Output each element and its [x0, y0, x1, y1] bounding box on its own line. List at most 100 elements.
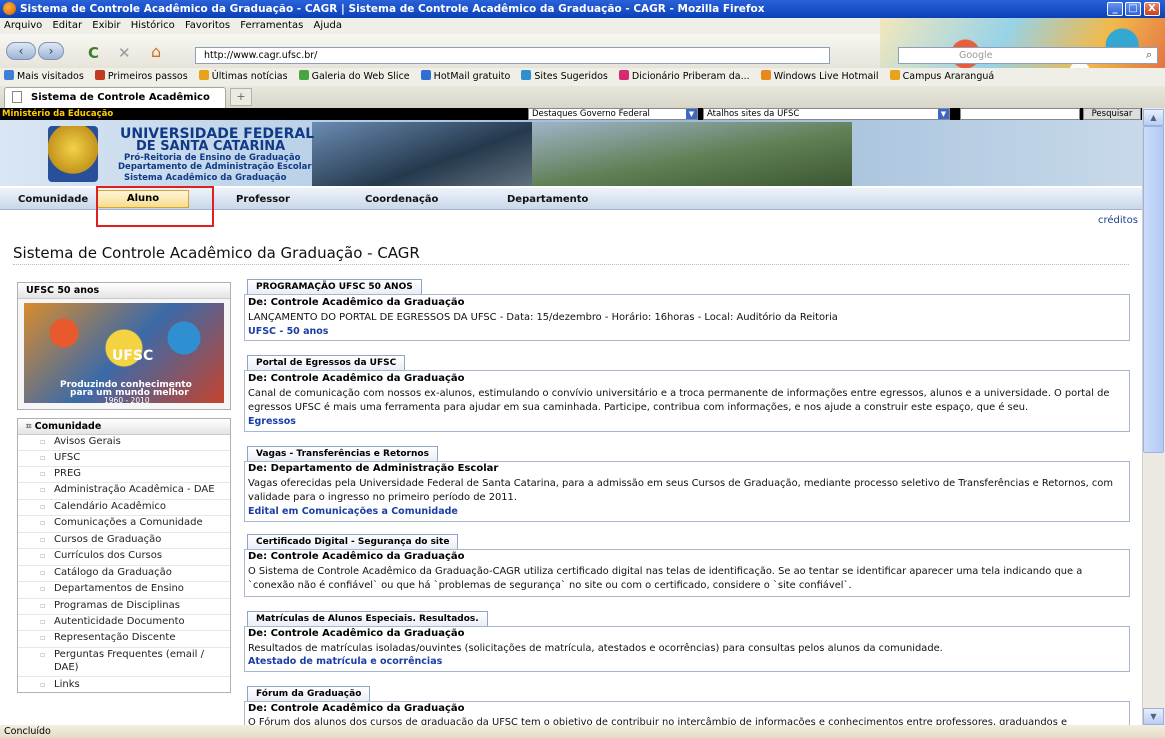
search-icon[interactable]: ⌕	[1146, 48, 1152, 62]
list-item[interactable]: Representação Discente	[18, 631, 230, 648]
news-link[interactable]: Atestado de matrícula e ocorrências	[248, 656, 442, 667]
bookmark-label: Campus Araranguá	[902, 71, 995, 82]
menu-historico[interactable]: Histórico	[131, 20, 175, 31]
bookmark-item[interactable]: Sites Sugeridos	[521, 70, 608, 82]
news-from: De: Controle Acadêmico da Graduação	[248, 373, 465, 384]
bookmark-item[interactable]: Dicionário Priberam da...	[618, 70, 750, 82]
bookmark-label: Dicionário Priberam da...	[631, 71, 750, 82]
bookmark-item[interactable]: Windows Live Hotmail	[760, 70, 879, 82]
highlight-box	[96, 186, 214, 227]
atalhos-value: Atalhos sites da UFSC	[707, 109, 800, 119]
list-item[interactable]: Catálogo da Graduação	[18, 566, 230, 582]
back-button[interactable]: ‹	[6, 42, 36, 60]
bookmark-label: HotMail gratuito	[433, 71, 511, 82]
list-item[interactable]: PREG	[18, 467, 230, 483]
bookmarks-toolbar: Mais visitados Primeiros passos Últimas …	[0, 68, 1165, 86]
menu-exibir[interactable]: Exibir	[92, 20, 120, 31]
comunidade-panel-title: ⌗ Comunidade	[18, 419, 230, 435]
bookmark-item[interactable]: Mais visitados	[4, 70, 84, 82]
list-item[interactable]: Departamentos de Ensino	[18, 582, 230, 599]
news-from: De: Controle Acadêmico da Graduação	[248, 628, 465, 639]
list-item[interactable]: Perguntas Frequentes (email / DAE)	[18, 648, 230, 677]
list-item[interactable]: Links	[18, 678, 230, 692]
list-item[interactable]: Administração Acadêmica - DAE	[18, 483, 230, 500]
pesquisar-button[interactable]: Pesquisar	[1083, 108, 1141, 120]
bookmark-item[interactable]: Galeria do Web Slice	[298, 70, 410, 82]
list-item[interactable]: Avisos Gerais	[18, 435, 230, 451]
window-title-bar[interactable]: Sistema de Controle Acadêmico da Graduaç…	[0, 0, 1165, 18]
divider	[13, 264, 1129, 265]
campus-photo	[532, 122, 852, 186]
news-body: LANÇAMENTO DO PORTAL DE EGRESSOS DA UFSC…	[248, 312, 838, 323]
news-from: De: Controle Acadêmico da Graduação	[248, 703, 465, 714]
bookmark-item[interactable]: Últimas notícias	[198, 70, 288, 82]
news-title: Matrículas de Alunos Especiais. Resultad…	[247, 611, 488, 626]
menu-editar[interactable]: Editar	[52, 20, 82, 31]
bullet-icon: ⌗	[26, 421, 35, 432]
tab-coordenacao[interactable]: Coordenação	[365, 194, 438, 205]
news-title: Certificado Digital - Segurança do site	[247, 534, 459, 549]
minimize-button[interactable]: _	[1107, 2, 1123, 16]
url-input[interactable]: http://www.cagr.ufsc.br/	[195, 47, 830, 64]
close-button[interactable]: X	[1144, 2, 1160, 16]
page-title: Sistema de Controle Acadêmico da Graduaç…	[13, 244, 420, 262]
news-body: Resultados de matrículas isoladas/ouvint…	[248, 643, 943, 654]
news-link[interactable]: UFSC - 50 anos	[248, 326, 328, 337]
news-body: O Fórum dos alunos dos cursos de graduaç…	[248, 717, 1068, 725]
firefox-icon	[3, 2, 16, 15]
bookmark-item[interactable]: Campus Araranguá	[889, 70, 995, 82]
news-body: O Sistema de Controle Acadêmico da Gradu…	[248, 566, 1083, 591]
tab-departamento[interactable]: Departamento	[507, 194, 588, 205]
destaques-select[interactable]: Destaques Governo Federal ▼	[528, 108, 698, 120]
news-link[interactable]: Egressos	[248, 416, 296, 427]
menu-ajuda[interactable]: Ajuda	[314, 20, 342, 31]
status-bar: Concluído	[0, 725, 1165, 738]
menu-arquivo[interactable]: Arquivo	[4, 20, 42, 31]
news-from: De: Controle Acadêmico da Graduação	[248, 551, 465, 562]
news-from: De: Controle Acadêmico da Graduação	[248, 297, 465, 308]
list-item[interactable]: Comunicações a Comunidade	[18, 516, 230, 533]
bookmark-label: Windows Live Hotmail	[773, 71, 879, 82]
news-title: Fórum da Graduação	[247, 686, 371, 701]
university-name-line2: DE SANTA CATARINA	[136, 139, 286, 154]
header-photo	[312, 122, 532, 186]
home-button[interactable]: ⌂	[151, 42, 161, 61]
header-subtitle-2: Departamento de Administração Escolar	[118, 162, 312, 172]
list-item[interactable]: Calendário Acadêmico	[18, 500, 230, 516]
list-item[interactable]: Cursos de Graduação	[18, 533, 230, 549]
menu-favoritos[interactable]: Favoritos	[185, 20, 230, 31]
reload-button[interactable]: C	[88, 44, 99, 62]
bookmark-label: Sites Sugeridos	[534, 71, 608, 82]
gov-search-input[interactable]	[960, 108, 1080, 120]
news-link[interactable]: Edital em Comunicações a Comunidade	[248, 506, 458, 517]
bookmark-item[interactable]: Primeiros passos	[94, 70, 188, 82]
page-icon	[12, 91, 22, 103]
ministerio-link[interactable]: Ministério da Educação	[2, 109, 113, 119]
tab-professor[interactable]: Professor	[236, 194, 290, 205]
bookmark-item[interactable]: HotMail gratuito	[420, 70, 511, 82]
comunidade-title: Comunidade	[34, 421, 102, 432]
new-tab-button[interactable]: +	[230, 88, 252, 106]
forward-button[interactable]: ›	[38, 42, 64, 60]
scrollbar-thumb[interactable]	[1143, 126, 1164, 453]
atalhos-select[interactable]: Atalhos sites da UFSC ▼	[703, 108, 950, 120]
list-item[interactable]: Programas de Disciplinas	[18, 599, 230, 615]
header-subtitle-3: Sistema Acadêmico da Graduação	[124, 173, 287, 183]
destaques-value: Destaques Governo Federal	[532, 109, 650, 119]
menu-ferramentas[interactable]: Ferramentas	[240, 20, 303, 31]
search-input[interactable]: Google	[898, 47, 1158, 64]
list-item[interactable]: Currículos dos Cursos	[18, 549, 230, 566]
ufsc-seal	[48, 126, 98, 182]
chevron-down-icon: ▼	[938, 109, 949, 119]
list-item[interactable]: Autenticidade Documento	[18, 615, 230, 631]
news-title: Portal de Egressos da UFSC	[247, 355, 406, 370]
list-item[interactable]: UFSC	[18, 451, 230, 467]
tab-comunidade[interactable]: Comunidade	[18, 194, 88, 205]
scroll-down-icon[interactable]: ▼	[1143, 708, 1164, 725]
scroll-up-icon[interactable]: ▲	[1143, 109, 1164, 126]
creditos-link[interactable]: créditos	[1098, 215, 1138, 226]
stop-button[interactable]: ✕	[118, 44, 131, 62]
browser-tab[interactable]: Sistema de Controle Acadêmico da G...	[4, 87, 226, 123]
maximize-button[interactable]: □	[1125, 2, 1141, 16]
news-body: Vagas oferecidas pela Universidade Feder…	[248, 478, 1113, 503]
